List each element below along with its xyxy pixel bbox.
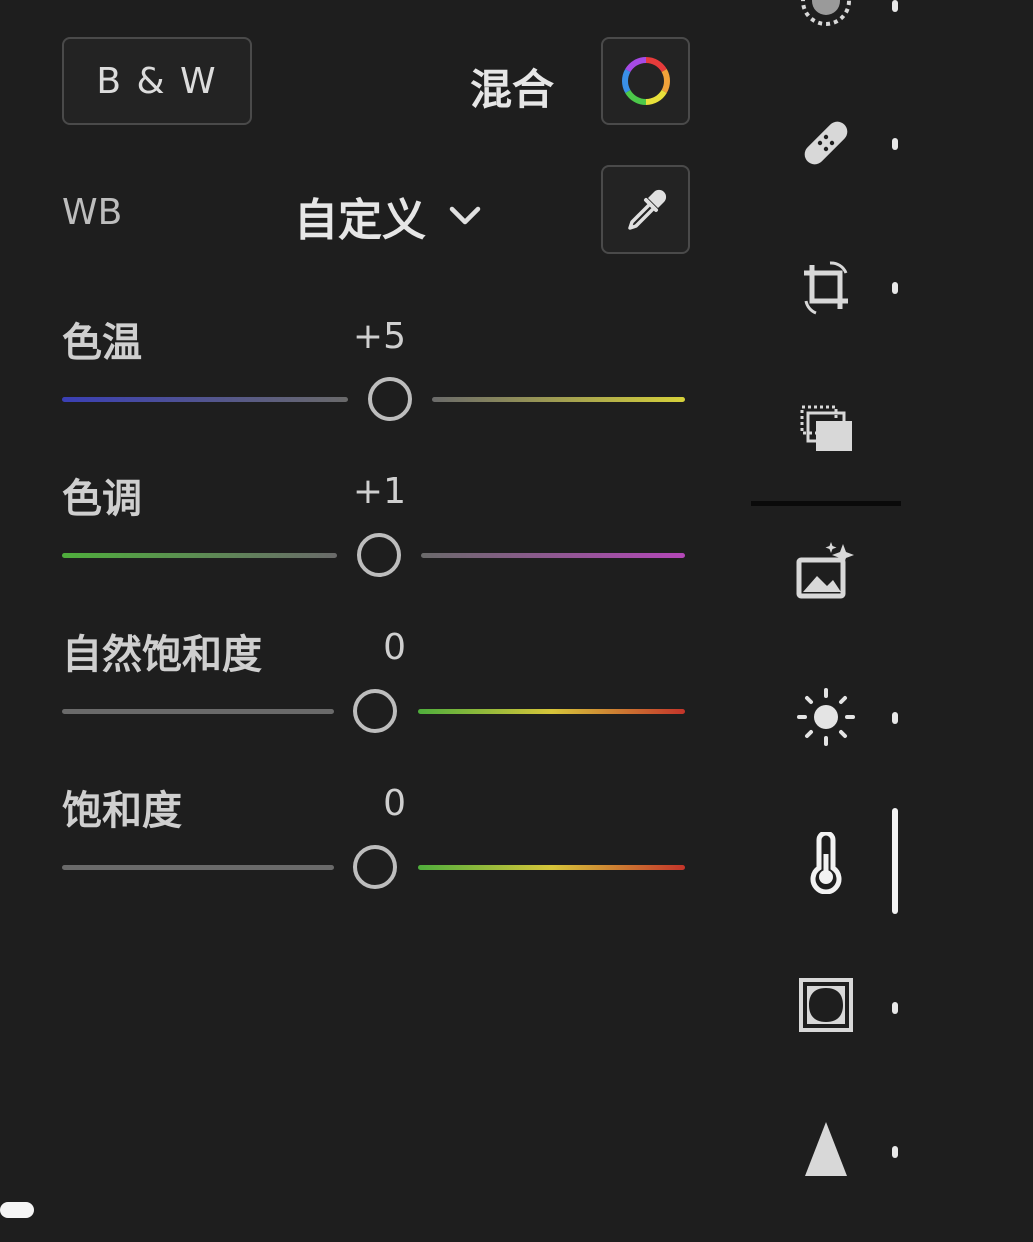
saturation-track-right xyxy=(418,865,685,870)
bw-button[interactable]: B & W xyxy=(62,37,252,125)
mix-label[interactable]: 混合 xyxy=(470,56,554,117)
healing-icon[interactable] xyxy=(795,112,857,174)
vibrance-track-right xyxy=(418,709,685,714)
vibrance-track-left xyxy=(62,709,334,714)
masking-dot xyxy=(892,0,898,12)
light-dot xyxy=(892,712,898,724)
crop-dot xyxy=(892,282,898,294)
eyedropper-button[interactable] xyxy=(601,165,690,254)
tint-label: 色调 xyxy=(62,476,142,522)
home-indicator xyxy=(0,1202,34,1218)
tool-rail xyxy=(750,0,1033,1242)
saturation-value: 0 xyxy=(383,783,406,824)
vibrance-thumb[interactable] xyxy=(353,689,397,733)
active-tool-indicator xyxy=(892,808,898,914)
saturation-label: 饱和度 xyxy=(62,788,182,834)
light-icon[interactable] xyxy=(795,686,857,748)
temperature-value: +5 xyxy=(352,316,406,357)
color-mix-button[interactable] xyxy=(601,37,690,125)
wb-preset-select[interactable]: 自定义 xyxy=(294,184,482,248)
tint-track-left xyxy=(62,553,337,558)
rail-divider xyxy=(751,501,901,506)
eyedropper-icon xyxy=(627,189,666,230)
bw-button-label: B & W xyxy=(96,60,218,102)
chevron-down-icon xyxy=(449,206,481,225)
color-icon[interactable] xyxy=(795,832,857,894)
wb-label: WB xyxy=(62,192,123,233)
tint-track-right xyxy=(421,553,685,558)
detail-icon[interactable] xyxy=(795,1118,857,1180)
healing-dot xyxy=(892,138,898,150)
temperature-thumb[interactable] xyxy=(368,377,412,421)
effects-icon[interactable] xyxy=(795,974,857,1036)
color-wheel-icon xyxy=(621,57,670,105)
detail-dot xyxy=(892,1146,898,1158)
vibrance-value: 0 xyxy=(383,627,406,668)
vibrance-label: 自然饱和度 xyxy=(62,632,262,678)
temperature-track-left xyxy=(62,397,348,402)
temperature-track-right xyxy=(432,397,685,402)
auto-enhance-icon[interactable] xyxy=(795,540,857,602)
saturation-thumb[interactable] xyxy=(353,845,397,889)
tint-thumb[interactable] xyxy=(357,533,401,577)
presets-icon[interactable] xyxy=(795,398,857,460)
tint-value: +1 xyxy=(352,471,406,512)
crop-icon[interactable] xyxy=(795,256,857,318)
saturation-track-left xyxy=(62,865,334,870)
effects-dot xyxy=(892,1002,898,1014)
masking-icon[interactable] xyxy=(795,0,857,32)
temperature-label: 色温 xyxy=(62,320,142,366)
edit-panel: B & W 混合 WB 自定义 色温 +5 色调 +1 自然饱和度 0 饱和度 … xyxy=(0,0,750,1242)
wb-preset-value: 自定义 xyxy=(294,195,426,246)
